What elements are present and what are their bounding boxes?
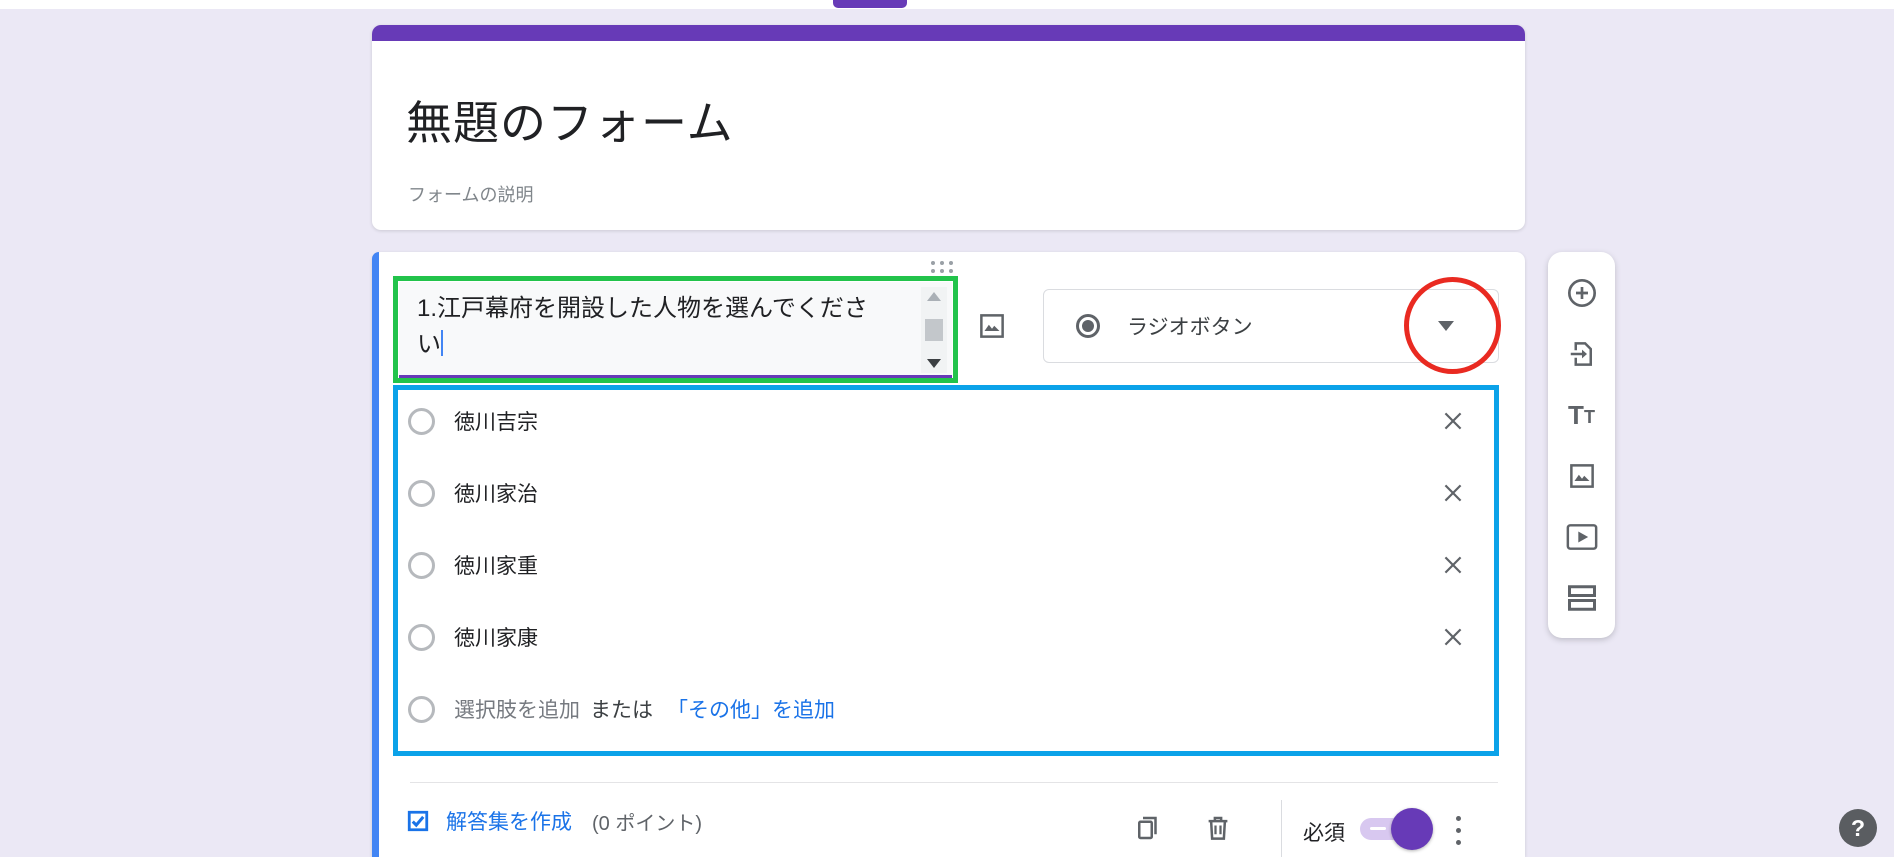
theme-color-bar (372, 25, 1525, 41)
scroll-down-icon[interactable] (927, 359, 941, 368)
add-section-button[interactable] (1560, 576, 1604, 620)
option-row: 徳川家康 (400, 606, 1492, 668)
copy-icon (1133, 813, 1163, 843)
kebab-menu-icon (1456, 816, 1461, 821)
insert-toolbar: TT (1548, 252, 1615, 638)
option-label[interactable]: 徳川家治 (454, 478, 538, 508)
remove-option-button[interactable] (1440, 480, 1466, 506)
answer-key-icon (404, 807, 432, 835)
scrollbar-thumb[interactable] (925, 319, 943, 341)
chevron-down-icon[interactable] (1438, 321, 1454, 331)
selected-tab-indicator (833, 0, 907, 8)
text-cursor (441, 330, 443, 356)
points-label: (0 ポイント) (592, 807, 702, 836)
add-question-button[interactable] (1560, 271, 1604, 315)
delete-button[interactable] (1201, 808, 1235, 848)
toggle-track-highlight (1370, 827, 1386, 830)
add-image-toolbar-button[interactable] (1560, 454, 1604, 498)
question-type-label: ラジオボタン (1127, 311, 1253, 341)
add-other-link[interactable]: 「その他」を追加 (667, 694, 835, 724)
radio-circle-icon (408, 696, 435, 723)
radio-circle-icon (408, 624, 435, 651)
required-label: 必須 (1303, 817, 1345, 847)
image-icon (1567, 461, 1597, 491)
import-icon (1567, 339, 1597, 369)
image-icon (977, 311, 1007, 341)
remove-option-button[interactable] (1440, 552, 1466, 578)
more-options-button[interactable] (1443, 806, 1473, 854)
import-questions-button[interactable] (1560, 332, 1604, 376)
radio-circle-icon (408, 480, 435, 507)
add-title-text-button[interactable]: TT (1560, 393, 1604, 437)
add-option-button[interactable]: 選択肢を追加 (454, 694, 580, 724)
remove-option-button[interactable] (1440, 408, 1466, 434)
drag-handle-icon[interactable] (931, 261, 953, 273)
text-title-icon: TT (1568, 403, 1595, 427)
remove-option-button[interactable] (1440, 624, 1466, 650)
option-label[interactable]: 徳川吉宗 (454, 406, 538, 436)
question-text-input[interactable]: 1.江戸幕府を開設した人物を選んでください (399, 282, 952, 378)
section-icon (1567, 584, 1597, 612)
add-option-row: 選択肢を追加 または 「その他」を追加 (400, 678, 1492, 740)
add-circle-icon (1566, 277, 1598, 309)
question-input-scrollbar[interactable] (921, 287, 947, 373)
radio-circle-icon (408, 408, 435, 435)
option-row: 徳川家重 (400, 534, 1492, 596)
answer-key-button[interactable]: 解答集を作成 (0 ポイント) (404, 806, 702, 836)
or-text: または (590, 694, 653, 724)
question-mark-icon: ? (1851, 815, 1865, 842)
option-label[interactable]: 徳川家康 (454, 622, 538, 652)
option-row: 徳川家治 (400, 462, 1492, 524)
option-row: 徳川吉宗 (400, 390, 1492, 452)
question-text: 1.江戸幕府を開設した人物を選んでください (417, 295, 868, 358)
card-footer-divider (410, 782, 1498, 783)
form-title-input[interactable]: 無題のフォーム (406, 87, 734, 153)
selected-card-border (372, 252, 379, 857)
trash-icon (1203, 813, 1233, 843)
question-type-dropdown[interactable]: ラジオボタン (1043, 289, 1499, 363)
answer-key-label: 解答集を作成 (446, 806, 572, 836)
scroll-up-icon[interactable] (927, 292, 941, 301)
radio-circle-icon (408, 552, 435, 579)
radio-button-type-icon (1076, 314, 1100, 338)
form-description-input[interactable]: フォームの説明 (408, 181, 533, 207)
footer-separator (1281, 800, 1282, 857)
video-icon (1566, 523, 1598, 551)
help-button[interactable]: ? (1839, 809, 1877, 847)
toggle-thumb (1391, 808, 1433, 850)
form-title-card: 無題のフォーム フォームの説明 (372, 25, 1525, 230)
option-label[interactable]: 徳川家重 (454, 550, 538, 580)
add-video-button[interactable] (1560, 515, 1604, 559)
duplicate-button[interactable] (1131, 808, 1165, 848)
browser-top-strip (0, 0, 1894, 9)
required-toggle[interactable] (1360, 818, 1430, 840)
add-image-button[interactable] (963, 297, 1021, 355)
